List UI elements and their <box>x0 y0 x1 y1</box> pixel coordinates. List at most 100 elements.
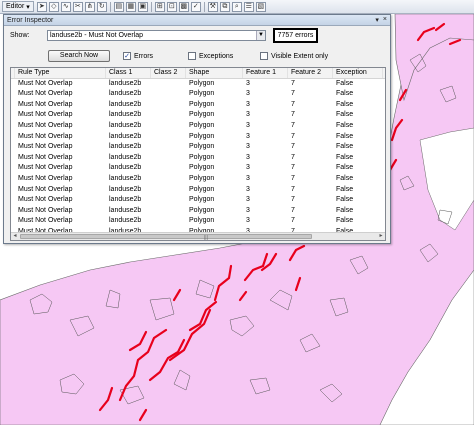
cell-class-2 <box>151 79 186 90</box>
cell-feature-1: 3 <box>246 143 250 151</box>
sketch-properties-icon[interactable]: ▦ <box>125 1 136 12</box>
cell-rule-type: Must Not Overlap <box>18 196 73 204</box>
cell-class-2 <box>151 100 186 111</box>
table-row[interactable]: Must Not Overlap landuse2b Polygon 3 7 False <box>11 89 385 100</box>
magnify-icon[interactable]: ⌕ <box>231 1 242 12</box>
rotate-icon[interactable]: ↻ <box>96 1 107 12</box>
map-icon[interactable]: ▧ <box>255 1 266 12</box>
close-icon[interactable]: × <box>383 16 387 24</box>
cell-shape: Polygon <box>189 79 215 87</box>
cell-exception: False <box>336 143 354 151</box>
table-row[interactable]: Must Not Overlap landuse2b Polygon 3 7 False <box>11 110 385 121</box>
summary-icon[interactable]: ☰ <box>243 1 254 12</box>
create-features-icon[interactable]: ▣ <box>137 1 148 12</box>
cell-shape: Polygon <box>189 185 215 193</box>
search-now-button[interactable]: Search Now <box>48 50 110 62</box>
exceptions-checkbox[interactable]: Exceptions <box>188 52 233 60</box>
column-header-class-1[interactable]: Class 1 <box>106 68 151 78</box>
topology-edit-icon[interactable]: ⊡ <box>166 1 177 12</box>
cell-exception: False <box>336 206 354 214</box>
cell-class-1: landuse2b <box>109 100 142 108</box>
cell-rule-type: Must Not Overlap <box>18 206 73 214</box>
exceptions-checkbox-label: Exceptions <box>199 52 234 60</box>
table-row[interactable]: Must Not Overlap landuse2b Polygon 3 7 False <box>11 142 385 153</box>
topology-select-icon[interactable]: ⊞ <box>154 1 165 12</box>
cell-feature-1: 3 <box>246 217 250 225</box>
cell-rule-type: Must Not Overlap <box>18 174 73 182</box>
errors-checkbox[interactable]: ✓ Errors <box>123 52 153 60</box>
cell-rule-type: Must Not Overlap <box>18 185 73 193</box>
cell-exception: False <box>336 185 354 193</box>
column-header-feature-2[interactable]: Feature 2 <box>288 68 333 78</box>
visible-extent-checkbox-box[interactable] <box>260 52 268 60</box>
validate-icon[interactable]: ✓ <box>190 1 201 12</box>
exceptions-checkbox-box[interactable] <box>188 52 196 60</box>
cell-exception: False <box>336 111 354 119</box>
table-row[interactable]: Must Not Overlap landuse2b Polygon 3 7 False <box>11 216 385 227</box>
cell-rule-type: Must Not Overlap <box>18 79 73 87</box>
cell-exception: False <box>336 121 354 129</box>
window-menu-icon[interactable]: ▾ <box>375 16 379 24</box>
table-row[interactable]: Must Not Overlap landuse2b Polygon 3 7 False <box>11 185 385 196</box>
table-row[interactable]: Must Not Overlap landuse2b Polygon 3 7 False <box>11 79 385 90</box>
editor-menu-button[interactable]: Editor ▾ <box>2 1 34 12</box>
cell-class-2 <box>151 110 186 121</box>
cell-exception: False <box>336 174 354 182</box>
table-row[interactable]: Must Not Overlap landuse2b Polygon 3 7 False <box>11 121 385 132</box>
pointer-icon[interactable]: ➤ <box>36 1 47 12</box>
cell-shape: Polygon <box>189 100 215 108</box>
scrollbar-thumb[interactable]: ||| <box>20 234 312 240</box>
column-header-class-2[interactable]: Class 2 <box>151 68 186 78</box>
cell-class-1: landuse2b <box>109 206 142 214</box>
editor-toolbar: Editor ▾ ➤ ◇ ∿ ✂ ⋔ ↻ ▤ ▦ ▣ ⊞ ⊡ ▩ ✓ ⚒ ⧉ ⌕… <box>0 0 474 14</box>
cell-feature-2: 7 <box>291 196 295 204</box>
chevron-down-icon[interactable]: ▼ <box>256 31 265 40</box>
cut-polygons-icon[interactable]: ✂ <box>72 1 83 12</box>
layer-rule-dropdown[interactable]: landuse2b - Must Not Overlap ▼ <box>47 30 266 41</box>
shared-edge-icon[interactable]: ⧉ <box>219 1 230 12</box>
table-row[interactable]: Must Not Overlap landuse2b Polygon 3 7 False <box>11 174 385 185</box>
column-header-shape[interactable]: Shape <box>186 68 243 78</box>
search-row: Search Now ✓ Errors Exceptions Visible E… <box>4 49 390 63</box>
cell-class-1: landuse2b <box>109 79 142 87</box>
column-header-exception[interactable]: Exception <box>333 68 383 78</box>
reshape-icon[interactable]: ∿ <box>60 1 71 12</box>
cell-rule-type: Must Not Overlap <box>18 132 73 140</box>
cell-exception: False <box>336 132 354 140</box>
edit-vertices-icon[interactable]: ◇ <box>48 1 59 12</box>
visible-extent-checkbox[interactable]: Visible Extent only <box>260 52 328 60</box>
chevron-down-icon: ▾ <box>26 3 30 11</box>
table-row[interactable]: Must Not Overlap landuse2b Polygon 3 7 False <box>11 206 385 217</box>
horizontal-scrollbar[interactable]: ◂ ||| ▸ <box>11 232 385 240</box>
window-titlebar[interactable]: Error Inspector ▾ × <box>4 15 390 26</box>
table-row[interactable]: Must Not Overlap landuse2b Polygon 3 7 False <box>11 163 385 174</box>
cell-shape: Polygon <box>189 121 215 129</box>
cell-rule-type: Must Not Overlap <box>18 90 73 98</box>
toolbar-separator <box>109 1 111 12</box>
cell-exception: False <box>336 217 354 225</box>
cell-class-1: landuse2b <box>109 111 142 119</box>
scroll-right-icon[interactable]: ▸ <box>377 233 385 240</box>
scroll-left-icon[interactable]: ◂ <box>11 233 19 240</box>
table-row[interactable]: Must Not Overlap landuse2b Polygon 3 7 False <box>11 153 385 164</box>
window-title: Error Inspector <box>7 16 54 24</box>
cell-rule-type: Must Not Overlap <box>18 164 73 172</box>
errors-checkbox-box[interactable]: ✓ <box>123 52 131 60</box>
cell-class-2 <box>151 206 186 217</box>
column-header-feature-1[interactable]: Feature 1 <box>243 68 288 78</box>
cell-feature-2: 7 <box>291 79 295 87</box>
cell-rule-type: Must Not Overlap <box>18 121 73 129</box>
error-inspector-icon[interactable]: ▩ <box>178 1 189 12</box>
cell-feature-2: 7 <box>291 121 295 129</box>
fix-icon[interactable]: ⚒ <box>207 1 218 12</box>
table-row[interactable]: Must Not Overlap landuse2b Polygon 3 7 False <box>11 132 385 143</box>
split-icon[interactable]: ⋔ <box>84 1 95 12</box>
cell-shape: Polygon <box>189 132 215 140</box>
cell-shape: Polygon <box>189 90 215 98</box>
table-row[interactable]: Must Not Overlap landuse2b Polygon 3 7 False <box>11 195 385 206</box>
attributes-icon[interactable]: ▤ <box>113 1 124 12</box>
cell-feature-1: 3 <box>246 206 250 214</box>
table-row[interactable]: Must Not Overlap landuse2b Polygon 3 7 False <box>11 100 385 111</box>
column-header-rule-type[interactable]: Rule Type <box>15 68 106 78</box>
cell-class-1: landuse2b <box>109 196 142 204</box>
